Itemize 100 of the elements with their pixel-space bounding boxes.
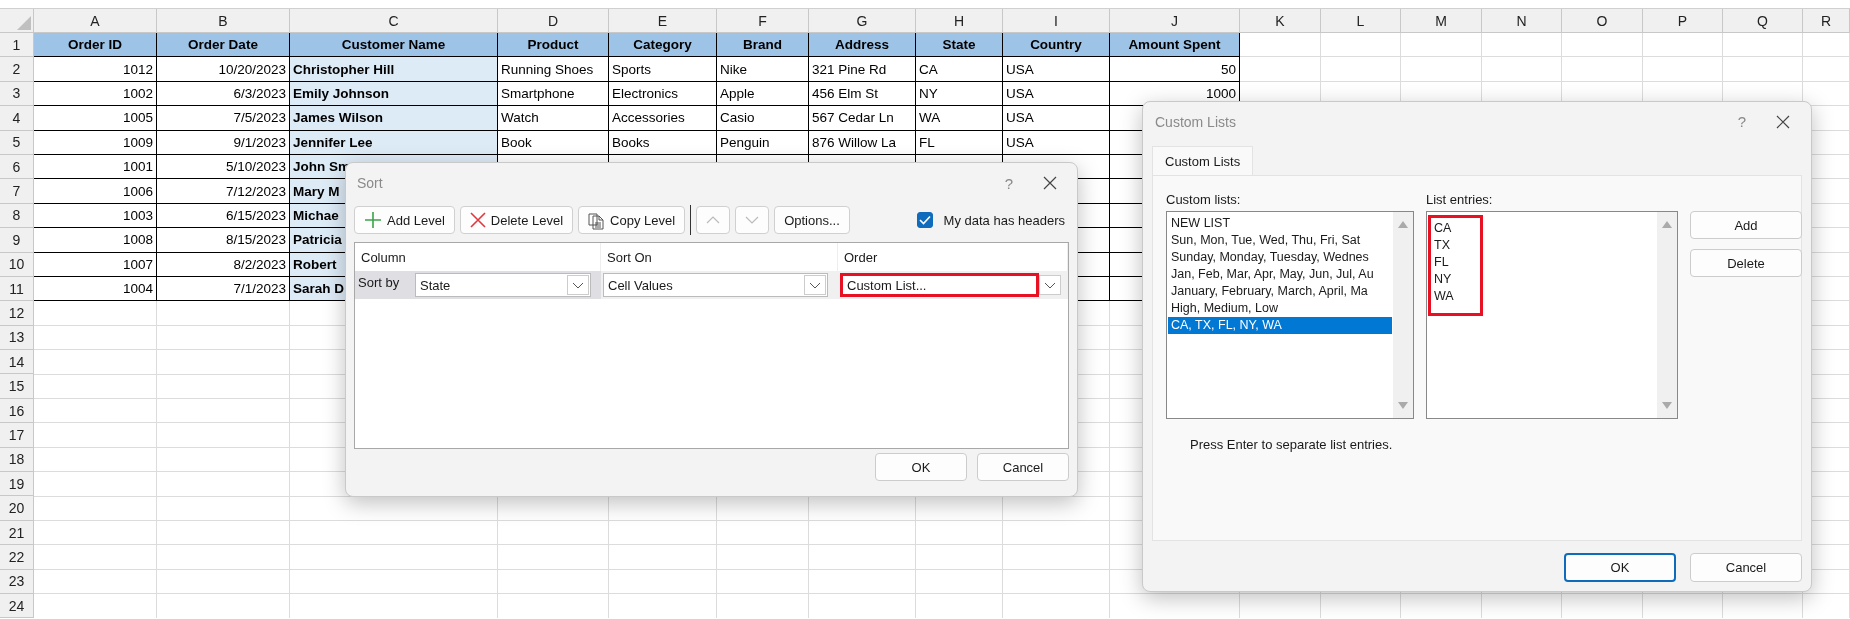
sheet-cell: 456 Elm St [809,81,916,107]
ok-button[interactable]: OK [1564,553,1676,582]
row-header[interactable]: 4 [0,106,34,131]
copy-level-button[interactable]: Copy Level [578,206,686,234]
column-header[interactable]: J [1110,9,1240,33]
column-header[interactable]: Q [1723,9,1803,33]
row-header[interactable]: 10 [0,252,34,277]
row-header[interactable]: 8 [0,203,34,229]
row-header[interactable]: 22 [0,545,34,570]
sheet-cell: Sports [609,57,717,82]
list-entry: WA [1434,288,1455,306]
column-heading: State [916,33,1003,58]
custom-lists-listbox[interactable]: NEW LIST Sun, Mon, Tue, Wed, Thu, Fri, Sat Sunday, Monday, Tuesday, Wednes Jan, Feb, Mar, Apr, May, Jun, Jul, Au January, February, March, April, Ma High, Medium, Low CA, TX, FL, NY, WA [1166,211,1414,420]
row-header[interactable]: 17 [0,423,34,448]
row-header[interactable]: 20 [0,496,34,521]
column-header[interactable]: E [609,9,717,33]
sheet-cell: 567 Cedar Ln [809,106,916,131]
sheet-cell: 1009 [34,130,157,155]
sheet-cell: 1008 [34,228,157,253]
sheet-cell: Books [609,130,717,155]
column-header[interactable]: G [809,9,916,33]
row-header[interactable]: 15 [0,374,34,399]
column-heading: Customer Name [290,33,498,58]
delete-button[interactable]: Delete [1690,249,1802,278]
sheet-cell: Watch [498,106,609,131]
row-header[interactable]: 14 [0,350,34,375]
list-item[interactable]: High, Medium, Low [1168,300,1392,318]
row-header[interactable]: 23 [0,569,34,594]
sheet-cell: USA [1003,57,1110,82]
sort-on-dropdown[interactable]: Cell Values [603,273,828,297]
row-header[interactable]: 11 [0,276,34,302]
row-header[interactable]: 3 [0,81,34,107]
row-header[interactable]: 13 [0,325,34,351]
sheet-cell: 1003 [34,203,157,229]
add-button[interactable]: Add [1690,211,1802,240]
order-dropdown[interactable]: Custom List... [840,273,1039,297]
hint-text: Press Enter to separate list entries. [1189,437,1394,453]
list-item[interactable]: Sun, Mon, Tue, Wed, Thu, Fri, Sat [1168,232,1392,250]
list-entries-field[interactable]: CA TX FL NY WA [1426,211,1678,420]
column-header[interactable]: B [157,9,290,33]
cancel-button[interactable]: Cancel [977,453,1069,481]
column-header[interactable]: L [1321,9,1401,33]
column-header[interactable]: N [1482,9,1562,33]
column-heading: Category [609,33,717,58]
sheet-cell: Running Shoes [498,57,609,82]
column-header[interactable]: A [34,9,157,33]
sheet-cell: Jennifer Lee [290,130,498,155]
sheet-cell: 7/12/2023 [157,179,290,204]
sheet-cell: Penguin [717,130,809,155]
column-header[interactable]: R [1803,9,1850,33]
row-header[interactable]: 6 [0,154,34,180]
column-header[interactable]: H [916,9,1003,33]
column-header[interactable]: M [1401,9,1482,33]
add-level-button[interactable]: Add Level [354,206,455,234]
checkbox-label[interactable]: My data has headers [943,212,1065,228]
sheet-cell: Casio [717,106,809,131]
column-header[interactable]: C [290,9,498,33]
list-item[interactable]: January, February, March, April, Ma [1168,283,1392,301]
row-header[interactable]: 16 [0,398,34,424]
sheet-cell: 8/15/2023 [157,228,290,253]
row-header[interactable]: 1 [0,33,34,58]
column-header[interactable]: P [1643,9,1723,33]
sheet-cell: FL [916,130,1003,155]
ok-button[interactable]: OK [875,453,967,481]
options-button[interactable]: Options... [774,206,850,234]
sheet-cell: 1005 [34,106,157,131]
cancel-button[interactable]: Cancel [1690,553,1802,582]
row-header[interactable]: 24 [0,594,34,619]
row-header[interactable]: 12 [0,301,34,326]
column-header[interactable]: O [1562,9,1643,33]
sheet-cell: 1012 [34,57,157,82]
row-header[interactable]: 19 [0,472,34,497]
dialog-tab[interactable]: Custom Lists [1152,146,1254,176]
row-header[interactable]: 18 [0,447,34,473]
sheet-cell: 1004 [34,276,157,302]
row-header[interactable]: 7 [0,179,34,204]
row-header[interactable]: 5 [0,130,34,155]
list-item[interactable]: CA, TX, FL, NY, WA [1168,317,1392,335]
column-dropdown[interactable]: State [415,273,591,297]
sheet-cell: WA [916,106,1003,131]
sort-by-label: Sort by [358,274,401,290]
list-item[interactable]: Jan, Feb, Mar, Apr, May, Jun, Jul, Au [1168,266,1392,284]
row-header[interactable]: 9 [0,228,34,253]
row-header[interactable]: 21 [0,520,34,546]
column-header[interactable]: I [1003,9,1110,33]
list-item[interactable]: Sunday, Monday, Tuesday, Wednes [1168,249,1392,267]
row-header[interactable]: 2 [0,57,34,82]
sheet-cell: 6/3/2023 [157,81,290,107]
sheet-cell: 5/10/2023 [157,154,290,180]
column-heading: Order Date [157,33,290,58]
column-header[interactable]: D [498,9,609,33]
sheet-cell: 50 [1110,57,1240,82]
delete-level-button[interactable]: Delete Level [459,206,574,234]
column-header[interactable]: K [1240,9,1321,33]
sheet-cell: 1001 [34,154,157,180]
list-entry: FL [1434,254,1450,272]
sheet-cell: Smartphone [498,81,609,107]
sheet-cell: 7/5/2023 [157,106,290,131]
column-header[interactable]: F [717,9,809,33]
list-item[interactable]: NEW LIST [1168,215,1392,233]
